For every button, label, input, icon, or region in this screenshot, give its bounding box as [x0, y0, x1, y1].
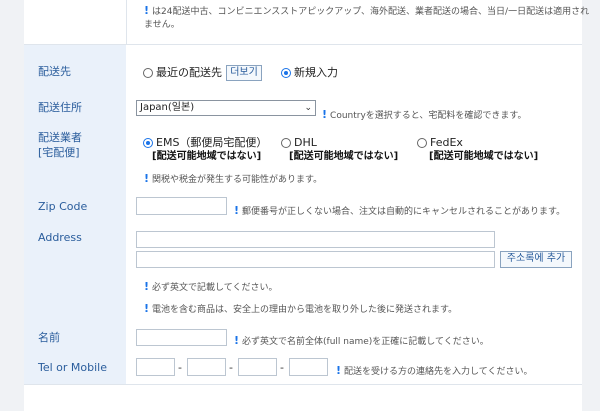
tel-part4-input[interactable] — [289, 358, 328, 376]
info-icon: ! — [336, 364, 342, 377]
chevron-down-icon: ⌄ — [304, 103, 312, 113]
zip-code-label: Zip Code — [38, 200, 88, 213]
name-label: 名前 — [38, 331, 60, 344]
tel-part2-input[interactable] — [187, 358, 226, 376]
carrier-dhl-label: DHL — [294, 136, 317, 149]
new-entry-radio[interactable] — [281, 68, 291, 78]
battery-note-text: 電池を含む商品は、安全上の理由から電池を取り外した後に発送されます。 — [152, 305, 458, 315]
name-note-text: 必ず英文で名前全体(full name)を正確に記載してください。 — [242, 337, 489, 347]
delivery-address-label: 配送住所 — [38, 101, 82, 114]
english-note-text: 必ず英文で記載してください。 — [152, 283, 278, 293]
country-note: ! Countryを選択すると、宅配料を確認できます。 — [322, 108, 527, 123]
carrier-sublabel: [宅配便] — [38, 146, 80, 159]
battery-note: ! 電池を含む商品は、安全上の理由から電池を取り外した後に発送されます。 — [144, 302, 457, 317]
right-margin — [582, 0, 600, 411]
carrier-fedex-status: [配送可能地域ではない] — [429, 151, 539, 162]
address-label: Address — [38, 231, 82, 244]
row-divider — [24, 44, 582, 45]
label-column-top — [24, 0, 126, 44]
new-entry-label: 新規入力 — [294, 66, 338, 79]
tel-separator: - — [280, 361, 284, 374]
more-button[interactable]: 더보기 — [226, 65, 262, 81]
carrier-ems-status: [配送可能地域ではない] — [152, 151, 262, 162]
column-divider-top — [126, 0, 127, 44]
shipping-form-page: ! は24配送中古、コンビニエンスストアピックアップ、海外配送、業者配送の場合、当… — [0, 0, 600, 411]
carrier-dhl-status: [配送可能地域ではない] — [289, 151, 399, 162]
carrier-ems-label: EMS（郵便局宅配便） — [156, 136, 268, 149]
info-icon: ! — [234, 204, 240, 217]
country-select[interactable]: Japan(일본) ⌄ — [136, 100, 316, 116]
delivery-destination-label: 配送先 — [38, 65, 71, 78]
left-margin — [0, 0, 24, 411]
info-icon: ! — [234, 334, 240, 347]
recent-destination-label: 最近の配送先 — [156, 66, 222, 79]
tel-note-text: 配送を受ける方の連絡先を入力してください。 — [344, 367, 533, 377]
english-note: ! 必ず英文で記載してください。 — [144, 280, 278, 295]
zip-note-text: 郵便番号が正しくない場合、注文は自動的にキャンセルされることがあります。 — [242, 207, 566, 217]
name-note: ! 必ず英文で名前全体(full name)を正確に記載してください。 — [234, 334, 489, 349]
info-icon: ! — [144, 4, 150, 17]
carrier-ems-radio[interactable] — [143, 138, 153, 148]
tel-label: Tel or Mobile — [38, 361, 108, 374]
tel-note: ! 配送を受ける方の連絡先を入力してください。 — [336, 364, 533, 379]
tel-separator: - — [229, 361, 233, 374]
tel-part3-input[interactable] — [238, 358, 277, 376]
tel-part1-input[interactable] — [136, 358, 175, 376]
same-day-note: ! は24配送中古、コンビニエンスストアピックアップ、海外配送、業者配送の場合、当… — [144, 4, 589, 19]
name-input[interactable] — [136, 329, 227, 346]
info-icon: ! — [322, 108, 328, 121]
carrier-dhl-radio[interactable] — [281, 138, 291, 148]
address-line1-input[interactable] — [136, 231, 495, 248]
country-note-text: Countryを選択すると、宅配料を確認できます。 — [330, 111, 527, 121]
address-line2-input[interactable] — [136, 251, 495, 268]
info-icon: ! — [144, 302, 150, 315]
recent-destination-radio[interactable] — [143, 68, 153, 78]
zip-code-input[interactable] — [136, 197, 227, 215]
row-divider-bottom — [24, 384, 582, 385]
info-icon: ! — [144, 172, 150, 185]
add-to-address-book-button[interactable]: 주소록에 추가 — [500, 251, 572, 268]
info-icon: ! — [144, 280, 150, 293]
tel-separator: - — [178, 361, 182, 374]
same-day-note-line2: ません。 — [144, 20, 180, 30]
zip-note: ! 郵便番号が正しくない場合、注文は自動的にキャンセルされることがあります。 — [234, 204, 565, 219]
tax-note-text: 関税や税金が発生する可能性があります。 — [152, 175, 323, 185]
country-select-value: Japan(일본) — [140, 102, 195, 113]
same-day-note-line1: は24配送中古、コンビニエンスストアピックアップ、海外配送、業者配送の場合、当日… — [152, 7, 590, 17]
carrier-fedex-radio[interactable] — [417, 138, 427, 148]
carrier-label: 配送業者 — [38, 131, 82, 144]
carrier-fedex-label: FedEx — [430, 136, 463, 149]
tax-note: ! 関税や税金が発生する可能性があります。 — [144, 172, 322, 187]
